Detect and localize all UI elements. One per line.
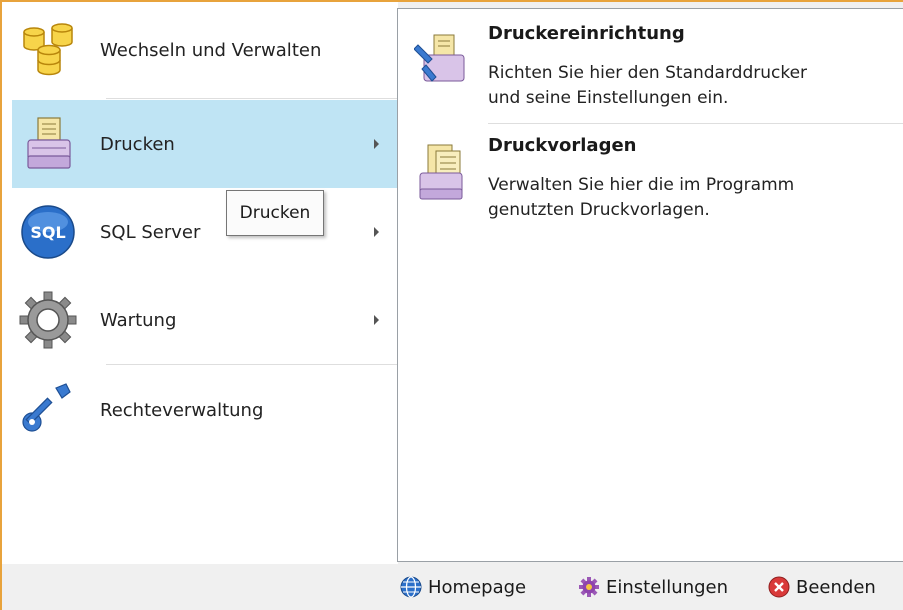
submenu-item-title: Druckereinrichtung [488,23,685,44]
sql-icon: SQL [21,205,75,259]
submenu-panel: Druckereinrichtung Richten Sie hier den … [397,8,903,562]
description-line: genutzten Druckvorlagen. [488,200,710,220]
submenu-item-druckereinrichtung[interactable]: Druckereinrichtung Richten Sie hier den … [398,11,903,111]
menu-item-rechteverwaltung[interactable]: Rechteverwaltung [12,366,398,454]
menu-item-label: Rechteverwaltung [100,399,264,421]
submenu-arrow-icon [374,227,379,237]
exit-button[interactable]: Beenden [768,572,876,602]
submenu-arrow-icon [374,315,379,325]
menu-item-wechseln-und-verwalten[interactable]: Wechseln und Verwalten [12,6,398,94]
menu-item-drucken[interactable]: Drucken [12,100,398,188]
settings-gear-icon [579,577,599,597]
description-line: und seine Einstellungen ein. [488,88,729,108]
database-icon [23,23,73,76]
menu-item-label: Wechseln und Verwalten [100,39,322,61]
printer-setup-icon [414,34,465,82]
submenu-arrow-icon [374,139,379,149]
description-line: Richten Sie hier den Standarddrucker [488,63,808,83]
tooltip: Drucken [226,190,324,236]
gear-icon [19,291,77,349]
main-menu-panel: Wechseln und Verwalten Drucken SQL SQL S… [2,2,398,564]
menu-item-label: Drucken [100,133,175,155]
description-line: Verwalten Sie hier die im Programm [488,175,795,195]
submenu-item-druckvorlagen[interactable]: Druckvorlagen Verwalten Sie hier die im … [398,123,903,223]
submenu-item-description: Verwalten Sie hier die im Programm genut… [488,173,888,223]
print-templates-icon [419,144,463,200]
menu-item-label: Wartung [100,309,177,331]
footer-bar: Homepage Einstellungen Beenden [2,564,903,610]
submenu-item-title: Druckvorlagen [488,135,637,156]
separator [106,364,398,365]
submenu-item-description: Richten Sie hier den Standarddrucker und… [488,61,888,111]
menu-item-label: SQL Server [100,221,201,243]
printer-icon [27,117,71,169]
key-icon [22,383,71,432]
menu-item-sql-server[interactable]: SQL SQL Server [12,188,398,276]
homepage-button[interactable]: Homepage [400,572,526,602]
exit-label: Beenden [796,576,876,598]
close-icon [768,576,790,598]
homepage-label: Homepage [428,576,527,598]
separator [106,98,398,99]
settings-label: Einstellungen [606,576,729,598]
settings-button[interactable]: Einstellungen [578,572,728,602]
menu-item-wartung[interactable]: Wartung [12,276,398,364]
globe-icon [400,576,422,598]
svg-text:SQL: SQL [30,223,65,242]
